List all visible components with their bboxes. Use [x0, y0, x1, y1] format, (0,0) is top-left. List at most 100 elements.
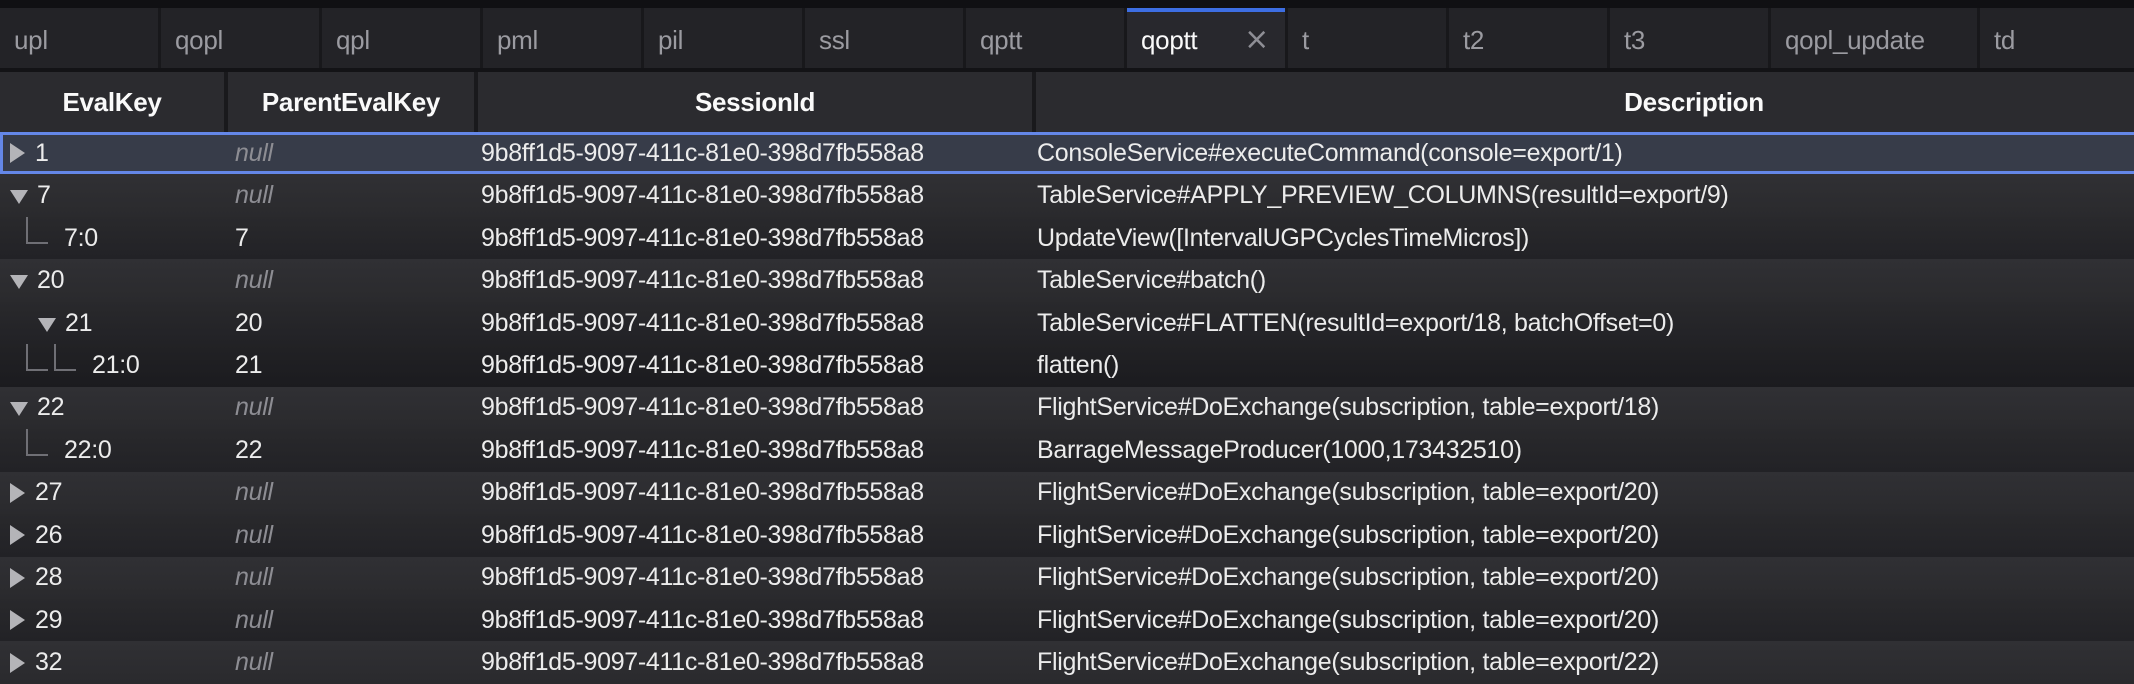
expand-row-icon[interactable]	[10, 143, 25, 163]
table-row[interactable]: 20null9b8ff1d5-9097-411c-81e0-398d7fb558…	[0, 259, 2134, 301]
description-value: FlightService#DoExchange(subscription, t…	[1037, 393, 1659, 422]
parentevalkey-value: null	[235, 563, 273, 592]
tab-label: upl	[14, 25, 144, 56]
table-row[interactable]: 32 null 9b8ff1d5-9097-411c-81e0-398d7fb558…	[0, 641, 2134, 683]
evalkey-value: 21:0	[92, 351, 139, 380]
tab-pml[interactable]: pml	[483, 8, 641, 68]
collapse-row-icon[interactable]	[10, 190, 28, 204]
table-row[interactable]: 7:0 7 9b8ff1d5-9097-411c-81e0-398d7fb558a8…	[0, 217, 2134, 259]
description-cell: FlightService#DoExchange(subscription, t…	[1024, 641, 2134, 683]
description-value: TableService#APPLY_PREVIEW_COLUMNS(resul…	[1037, 181, 1729, 210]
parentevalkey-cell: null	[224, 387, 470, 429]
parentevalkey-value: null	[235, 521, 273, 550]
description-value: FlightService#DoExchange(subscription, t…	[1037, 521, 1659, 550]
collapse-row-icon[interactable]	[38, 318, 56, 332]
tab-qptt[interactable]: qptt	[966, 8, 1124, 68]
parentevalkey-cell: null	[224, 514, 470, 556]
table-body: 1null9b8ff1d5-9097-411c-81e0-398d7fb558a…	[0, 132, 2134, 684]
parentevalkey-value: 7	[235, 224, 249, 253]
column-header-sessionid[interactable]: SessionId	[478, 72, 1032, 132]
tab-label: qoptt	[1141, 25, 1242, 56]
evalkey-cell: 32	[0, 641, 224, 683]
tab-upl[interactable]: upl	[0, 8, 158, 68]
parentevalkey-cell: null	[224, 641, 470, 683]
parentevalkey-cell: null	[224, 599, 470, 641]
evalkey-cell: 28	[0, 557, 224, 599]
table-row[interactable]: 28 null 9b8ff1d5-9097-411c-81e0-398d7fb558…	[0, 557, 2134, 599]
expand-row-icon[interactable]	[10, 653, 25, 673]
app-window: uplqoplqplpmlpilsslqpttqoptt×tt2t3qopl_u…	[0, 0, 2134, 684]
collapse-row-icon[interactable]	[10, 275, 28, 289]
parentevalkey-cell: null	[224, 557, 470, 599]
description-cell: FlightService#DoExchange(subscription, t…	[1024, 472, 2134, 514]
evalkey-cell: 26	[0, 514, 224, 556]
description-value: TableService#FLATTEN(resultId=export/18,…	[1037, 309, 1674, 338]
close-icon[interactable]: ×	[1242, 25, 1271, 55]
sessionid-value: 9b8ff1d5-9097-411c-81e0-398d7fb558a8	[481, 563, 924, 592]
tab-label: qptt	[980, 25, 1110, 56]
description-cell: TableService#APPLY_PREVIEW_COLUMNS(resul…	[1024, 174, 2134, 216]
evalkey-value: 32	[35, 648, 62, 677]
parentevalkey-value: null	[235, 648, 273, 677]
tree-elbow-icon	[26, 344, 48, 371]
table-row[interactable]: 29null9b8ff1d5-9097-411c-81e0-398d7fb558…	[0, 599, 2134, 641]
sessionid-cell: 9b8ff1d5-9097-411c-81e0-398d7fb558a8	[470, 217, 1024, 259]
description-value: BarrageMessageProducer(1000,173432510)	[1037, 436, 1522, 465]
table-row[interactable]: 22:0229b8ff1d5-9097-411c-81e0-398d7fb558…	[0, 429, 2134, 471]
table-header-row: EvalKeyParentEvalKeySessionIdDescription	[0, 72, 2134, 132]
table-row[interactable]: 27null9b8ff1d5-9097-411c-81e0-398d7fb558…	[0, 472, 2134, 514]
sessionid-value: 9b8ff1d5-9097-411c-81e0-398d7fb558a8	[481, 478, 924, 507]
evalkey-cell: 7:0	[0, 217, 224, 259]
tree-elbow-icon	[26, 217, 48, 244]
description-value: TableService#batch()	[1037, 266, 1266, 295]
column-header-parentevalkey[interactable]: ParentEvalKey	[228, 72, 474, 132]
description-value: FlightService#DoExchange(subscription, t…	[1037, 648, 1659, 677]
description-value: FlightService#DoExchange(subscription, t…	[1037, 606, 1659, 635]
sessionid-cell: 9b8ff1d5-9097-411c-81e0-398d7fb558a8	[470, 557, 1024, 599]
table-row[interactable]: 21209b8ff1d5-9097-411c-81e0-398d7fb558a8…	[0, 302, 2134, 344]
sessionid-value: 9b8ff1d5-9097-411c-81e0-398d7fb558a8	[481, 224, 924, 253]
sessionid-cell: 9b8ff1d5-9097-411c-81e0-398d7fb558a8	[470, 599, 1024, 641]
tab-ssl[interactable]: ssl	[805, 8, 963, 68]
parentevalkey-cell: null	[224, 174, 470, 216]
evalkey-cell: 7	[0, 174, 224, 216]
evalkey-cell: 22	[0, 387, 224, 429]
table-row[interactable]: 1null9b8ff1d5-9097-411c-81e0-398d7fb558a…	[0, 132, 2134, 174]
sessionid-value: 9b8ff1d5-9097-411c-81e0-398d7fb558a8	[481, 139, 924, 168]
sessionid-value: 9b8ff1d5-9097-411c-81e0-398d7fb558a8	[481, 309, 924, 338]
tab-qopl[interactable]: qopl	[161, 8, 319, 68]
tab-qopl_update[interactable]: qopl_update	[1771, 8, 1977, 68]
expand-row-icon[interactable]	[10, 483, 25, 503]
tree-elbow-icon	[26, 429, 48, 456]
table-row[interactable]: 22null9b8ff1d5-9097-411c-81e0-398d7fb558…	[0, 387, 2134, 429]
evalkey-value: 26	[35, 521, 62, 550]
expand-row-icon[interactable]	[10, 568, 25, 588]
tab-qpl[interactable]: qpl	[322, 8, 480, 68]
tab-td[interactable]: td	[1980, 8, 2134, 68]
expand-row-icon[interactable]	[10, 610, 25, 630]
collapse-row-icon[interactable]	[10, 402, 28, 416]
sessionid-cell: 9b8ff1d5-9097-411c-81e0-398d7fb558a8	[470, 641, 1024, 683]
tab-label: td	[1994, 25, 2120, 56]
table-row[interactable]: 26 null 9b8ff1d5-9097-411c-81e0-398d7fb558…	[0, 514, 2134, 556]
table-row[interactable]: 21:0219b8ff1d5-9097-411c-81e0-398d7fb558…	[0, 344, 2134, 386]
column-header-evalkey[interactable]: EvalKey	[0, 72, 224, 132]
tab-pil[interactable]: pil	[644, 8, 802, 68]
tab-t2[interactable]: t2	[1449, 8, 1607, 68]
tab-label: t3	[1624, 25, 1754, 56]
expand-row-icon[interactable]	[10, 525, 25, 545]
tab-qoptt[interactable]: qoptt×	[1127, 8, 1285, 68]
tab-t[interactable]: t	[1288, 8, 1446, 68]
tab-label: t2	[1463, 25, 1593, 56]
description-value: flatten()	[1037, 351, 1119, 380]
sessionid-cell: 9b8ff1d5-9097-411c-81e0-398d7fb558a8	[470, 174, 1024, 216]
table-row[interactable]: 7null9b8ff1d5-9097-411c-81e0-398d7fb558a…	[0, 174, 2134, 216]
column-header-description[interactable]: Description	[1036, 72, 2134, 132]
tab-t3[interactable]: t3	[1610, 8, 1768, 68]
tab-label: qopl	[175, 25, 305, 56]
parentevalkey-value: 21	[235, 351, 262, 380]
parentevalkey-value: null	[235, 266, 273, 295]
sessionid-cell: 9b8ff1d5-9097-411c-81e0-398d7fb558a8	[470, 514, 1024, 556]
description-cell: FlightService#DoExchange(subscription, t…	[1024, 557, 2134, 599]
parentevalkey-cell: 20	[224, 302, 470, 344]
